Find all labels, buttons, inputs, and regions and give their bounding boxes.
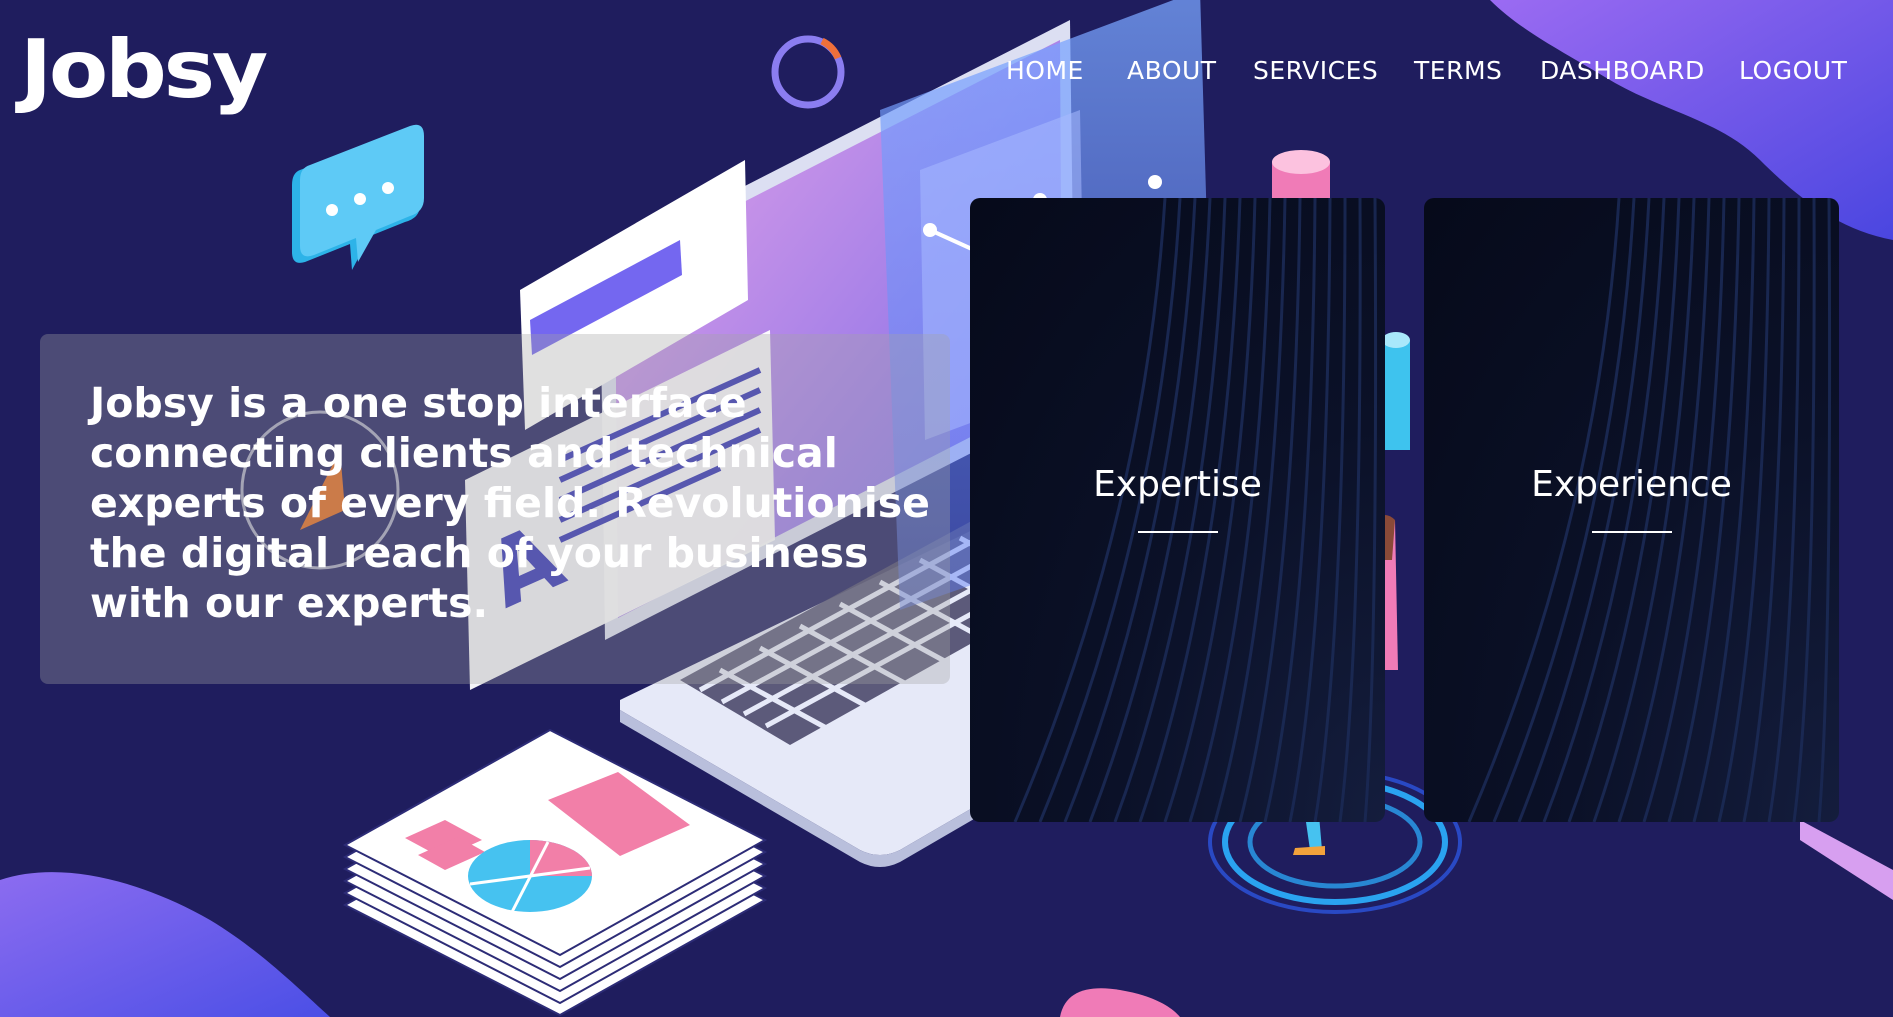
nav-services-link[interactable]: SERVICES: [1253, 56, 1378, 85]
card-pattern: [1467, 198, 1832, 822]
card-divider: [1592, 531, 1672, 533]
experience-card[interactable]: Experience: [1424, 198, 1839, 822]
nav-dashboard-link[interactable]: DASHBOARD: [1540, 56, 1705, 85]
card-divider: [1138, 531, 1218, 533]
nav-logout-link[interactable]: LOGOUT: [1739, 56, 1847, 85]
nav-home-link[interactable]: HOME: [1006, 56, 1084, 85]
card-title: Experience: [1531, 464, 1732, 505]
nav-terms-link[interactable]: TERMS: [1414, 56, 1502, 85]
card-pattern: [1013, 198, 1378, 822]
expertise-card[interactable]: Expertise: [970, 198, 1385, 822]
hero-panel: Jobsy is a one stop interface connecting…: [40, 334, 950, 684]
nav-about-link[interactable]: ABOUT: [1127, 56, 1217, 85]
top-nav: HOME ABOUT SERVICES TERMS DASHBOARD LOGO…: [0, 56, 1893, 90]
hero-text: Jobsy is a one stop interface connecting…: [90, 379, 930, 627]
card-title: Expertise: [1093, 464, 1262, 505]
